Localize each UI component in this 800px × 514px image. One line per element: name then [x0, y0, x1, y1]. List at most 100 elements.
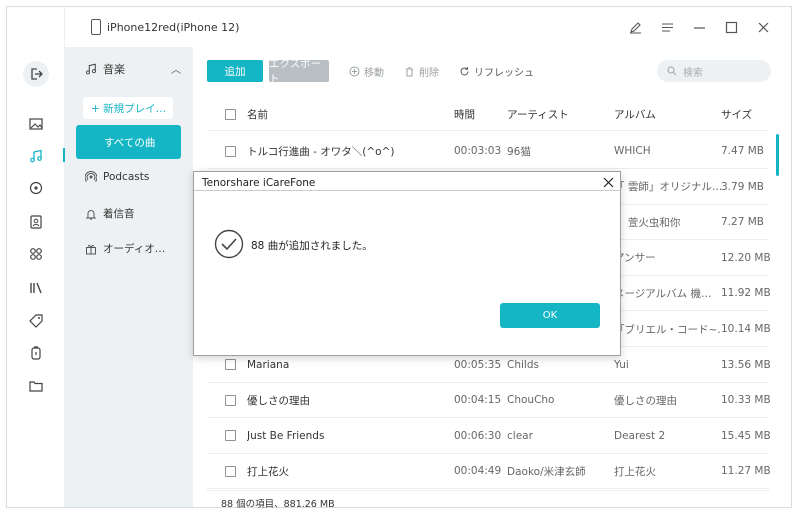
cell-album: Yui [614, 358, 629, 371]
tag-icon[interactable] [27, 312, 45, 330]
table-header: 名前 時間 アーティスト アルバム サイズ [207, 99, 769, 131]
refresh-button[interactable]: リフレッシュ [459, 64, 534, 79]
cell-size: 7.47 MB [721, 145, 764, 157]
select-all-checkbox[interactable] [225, 109, 236, 120]
column-artist[interactable]: アーティスト [507, 107, 569, 122]
row-checkbox[interactable] [225, 430, 236, 442]
apps-icon[interactable] [27, 245, 45, 263]
table-row[interactable]: トルコ行進曲 - オワタ＼(^o^) 00:03:03 96猫 WHICH 7.47 M… [207, 134, 769, 169]
cell-time: 00:04:49 [454, 465, 502, 478]
device-name: iPhone12red(iPhone 12) [107, 20, 240, 34]
row-checkbox[interactable] [225, 359, 236, 371]
close-icon[interactable] [755, 19, 771, 35]
cell-artist: clear [507, 429, 533, 442]
sidebar-item-podcasts[interactable]: Podcasts [85, 171, 149, 183]
table-row[interactable]: Just Be Friends 00:06:30 clear Dearest 2 15.… [207, 419, 771, 454]
cell-time: 00:03:03 [454, 145, 502, 157]
gift-icon [86, 244, 96, 254]
title-bar: iPhone12red(iPhone 12) [65, 7, 791, 47]
column-time[interactable]: 時間 [454, 107, 475, 122]
cell-artist: Childs [507, 358, 539, 371]
cell-album: メージアルバム 機… [614, 287, 712, 300]
status-summary: 88 個の項目、881.26 MB [221, 499, 335, 510]
cell-size: 11.27 MB [721, 465, 771, 478]
move-button[interactable]: 移動 [349, 64, 384, 79]
add-button[interactable]: 追加 [207, 60, 263, 82]
phone-icon [91, 19, 101, 35]
column-album[interactable]: アルバム [614, 107, 722, 122]
app-window: iPhone12red(iPhone 12) 音楽 ︿ + 新規プレイ… すべて… [6, 6, 792, 510]
contacts-icon[interactable] [27, 213, 45, 231]
photos-icon[interactable] [27, 115, 45, 133]
row-checkbox[interactable] [225, 145, 236, 157]
music-section-header[interactable]: 音楽 ︿ [85, 61, 185, 77]
cell-album: 「ブリエル・コード~… [614, 323, 722, 336]
minimize-icon[interactable] [691, 19, 707, 35]
sidebar-item-label: Podcasts [103, 171, 150, 183]
maximize-icon[interactable] [723, 19, 739, 35]
search-input[interactable]: 検索 [657, 60, 771, 82]
search-icon [667, 66, 677, 76]
cell-name: 優しさの理由 [247, 394, 310, 407]
cell-name: Just Be Friends [247, 429, 325, 442]
export-button[interactable]: エクスポート [269, 58, 329, 85]
cell-time: 00:05:35 [454, 358, 502, 371]
delete-button[interactable]: 削除 [404, 64, 439, 79]
dialog-message: 88 曲が追加されました。 [251, 240, 373, 252]
sidebar-item-all-songs[interactable]: すべての曲 [76, 125, 181, 159]
trash-icon [406, 66, 413, 76]
cell-time: 00:06:30 [454, 429, 502, 442]
sidebar-item-ringtones[interactable]: 着信音 [85, 206, 135, 221]
music-note-icon [86, 63, 96, 75]
cell-name: Mariana [247, 358, 290, 371]
cell-time: 00:04:15 [454, 394, 502, 407]
chevron-up-icon[interactable]: ︿ [171, 61, 181, 76]
category-sidebar: 音楽 ︿ + 新規プレイ… すべての曲 Podcasts 着信音 オーディオ… [65, 47, 193, 507]
sidebar-item-label: 着信音 [103, 208, 135, 220]
music-section-label: 音楽 [103, 63, 125, 76]
cell-size: 12.20 MB [721, 251, 771, 264]
music-icon[interactable] [27, 147, 45, 165]
cell-size: 13.56 MB [721, 358, 771, 371]
cell-name: 打上花火 [247, 465, 289, 478]
cell-artist: Daoko/米津玄師 [507, 465, 586, 478]
cell-size: 15.45 MB [721, 429, 771, 442]
cell-size: 11.92 MB [721, 287, 771, 300]
refresh-icon [460, 66, 469, 75]
edit-icon[interactable] [627, 19, 643, 35]
table-row[interactable]: 優しさの理由 00:04:15 ChouCho 優しさの理由 10.33 MB [207, 383, 771, 419]
cell-album: Dearest 2 [614, 429, 666, 442]
bell-icon [85, 209, 97, 219]
new-playlist-button[interactable]: + 新規プレイ… [83, 97, 173, 119]
dialog-close-icon[interactable] [600, 174, 616, 190]
cell-name: トルコ行進曲 - オワタ＼(^o^) [247, 145, 395, 158]
cell-album: WHICH [614, 145, 651, 157]
folder-icon[interactable] [27, 377, 45, 395]
cell-album: 「 雲師」オリジナル… [614, 181, 722, 194]
books-icon[interactable] [27, 279, 45, 297]
podcast-icon [85, 171, 97, 182]
menu-icon[interactable] [659, 19, 675, 35]
success-dialog: Tenorshare iCareFone 88 曲が追加されました。 OK [193, 171, 621, 356]
video-icon[interactable] [27, 179, 45, 197]
row-checkbox[interactable] [225, 465, 236, 477]
backup-icon[interactable] [27, 344, 45, 362]
delete-label: 削除 [419, 67, 439, 79]
dialog-divider [194, 190, 620, 191]
cell-size: 3.79 MB [721, 180, 764, 193]
cell-artist: 96猫 [507, 145, 531, 158]
column-name[interactable]: 名前 [247, 107, 447, 122]
check-circle-icon [214, 229, 244, 259]
ok-button[interactable]: OK [500, 303, 600, 328]
column-size[interactable]: サイズ [721, 107, 752, 122]
search-placeholder: 検索 [683, 67, 703, 79]
cell-album: 、 萱火虫和你 [614, 216, 681, 229]
row-checkbox[interactable] [225, 394, 236, 406]
icon-rail [7, 7, 65, 507]
scrollbar[interactable] [776, 134, 779, 176]
cell-album: 打上花火 [614, 465, 656, 478]
cell-album: 優しさの理由 [614, 394, 677, 407]
sidebar-item-audiobooks[interactable]: オーディオ… [85, 241, 165, 256]
exit-icon[interactable] [23, 61, 49, 87]
table-row[interactable]: 打上花火 00:04:49 Daoko/米津玄師 打上花火 11.27 MB [207, 454, 771, 490]
